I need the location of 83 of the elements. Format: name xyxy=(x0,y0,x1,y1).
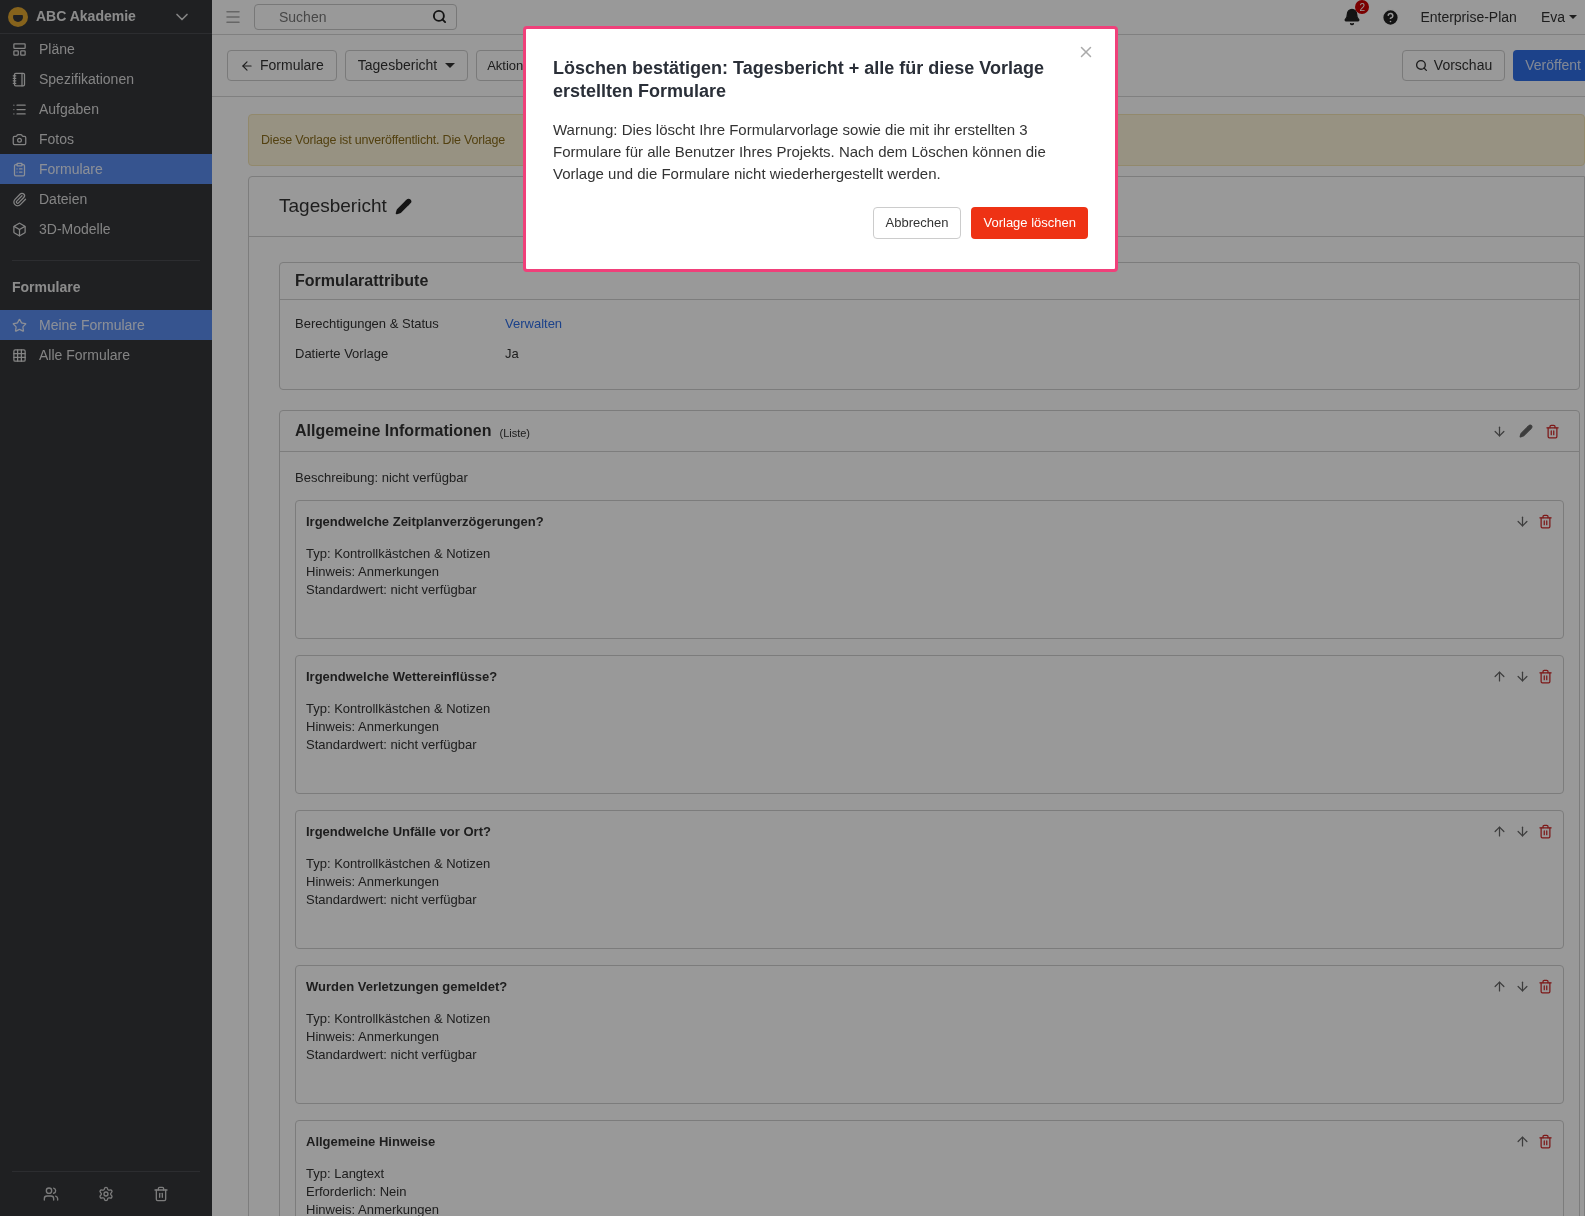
card-title: Formularattribute xyxy=(295,271,429,291)
paperclip-icon xyxy=(12,191,27,207)
clipboard-icon xyxy=(12,161,27,177)
trash-icon[interactable] xyxy=(1538,823,1553,839)
field-detail: Standardwert: nicht verfügbar xyxy=(306,891,478,909)
section-title: Formulare xyxy=(11,278,82,297)
attribute-label: Datierte Vorlage xyxy=(295,344,390,363)
attribute-label: Berechtigungen & Status xyxy=(295,315,440,333)
form-title: Tagesbericht xyxy=(279,194,387,219)
field-detail: Hinweis: Anmerkungen xyxy=(306,873,440,891)
sidebar-item[interactable]: Meine Formulare xyxy=(0,310,212,340)
camera-icon xyxy=(12,131,27,147)
attribute-value: Ja xyxy=(505,344,519,363)
grid-icon xyxy=(12,347,27,363)
arrow-down-icon[interactable] xyxy=(1515,513,1530,529)
trash-icon[interactable] xyxy=(1538,978,1553,994)
pencil-icon[interactable] xyxy=(394,198,412,215)
bell-icon[interactable] xyxy=(1343,8,1362,26)
field-detail: Hinweis: Anmerkungen xyxy=(306,563,440,581)
star-icon xyxy=(12,317,27,333)
floor-plan-icon xyxy=(12,41,27,57)
field-detail: Standardwert: nicht verfügbar xyxy=(306,736,478,754)
list-icon xyxy=(12,101,27,117)
arrow-down-icon[interactable] xyxy=(1515,823,1530,839)
publish-button[interactable]: Veröffent xyxy=(1513,50,1585,81)
sidebar-item[interactable]: Alle Formulare xyxy=(0,340,212,370)
cube-icon xyxy=(12,221,27,237)
sidebar-item[interactable]: 3D-Modelle xyxy=(0,214,212,244)
field-detail: Typ: Langtext xyxy=(306,1165,386,1183)
pencil-icon[interactable] xyxy=(1519,424,1533,438)
section-description: Beschreibung: nicht verfügbar xyxy=(295,469,469,487)
field-title: Irgendwelche Unfälle vor Ort? xyxy=(306,822,492,841)
field-detail: Standardwert: nicht verfügbar xyxy=(306,581,478,599)
arrow-down-icon[interactable] xyxy=(1492,423,1507,439)
preview-button[interactable]: Vorschau xyxy=(1401,50,1506,81)
trash-icon[interactable] xyxy=(1538,513,1553,529)
help-icon[interactable] xyxy=(1381,7,1401,27)
field-detail: Hinweis: Anmerkungen xyxy=(306,1201,440,1216)
sidebar-item[interactable]: Pläne xyxy=(0,34,212,64)
field-title: Allgemeine Hinweise xyxy=(306,1132,437,1151)
field-detail: Typ: Kontrollkästchen & Notizen xyxy=(306,1010,492,1028)
notebook-icon xyxy=(12,71,27,87)
trash-icon[interactable] xyxy=(152,1186,169,1202)
field-detail: Erforderlich: Nein xyxy=(306,1183,408,1201)
delete-button[interactable]: Vorlage löschen xyxy=(971,207,1088,239)
users-icon[interactable] xyxy=(43,1186,60,1202)
logo-icon xyxy=(8,6,28,27)
template-dropdown[interactable]: Tagesbericht xyxy=(344,50,469,81)
back-button[interactable]: Formulare xyxy=(227,50,337,81)
card-title: Allgemeine Informationen xyxy=(295,421,492,441)
settings-icon[interactable] xyxy=(98,1186,114,1202)
arrow-down-icon[interactable] xyxy=(1515,668,1530,684)
dialog-title: Löschen bestätigen: Tagesbericht + alle für diese Vorlage erstellten Formulare xyxy=(553,57,1045,103)
arrow-down-icon[interactable] xyxy=(1515,978,1530,994)
arrow-left-icon xyxy=(240,58,254,73)
field-detail: Typ: Kontrollkästchen & Notizen xyxy=(306,855,492,873)
field-detail: Standardwert: nicht verfügbar xyxy=(306,1046,478,1064)
section-type: (Liste) xyxy=(499,425,531,441)
caret-icon xyxy=(445,63,456,68)
field-title: Irgendwelche Wettereinflüsse? xyxy=(306,667,499,686)
plan-label: Enterprise-Plan xyxy=(1420,7,1517,27)
sidebar-item[interactable]: Fotos xyxy=(0,124,212,154)
search-icon xyxy=(1414,59,1428,72)
manage-link[interactable]: Verwalten xyxy=(505,314,563,334)
field-detail: Hinweis: Anmerkungen xyxy=(306,1028,440,1046)
field-detail: Typ: Kontrollkästchen & Notizen xyxy=(306,700,492,718)
sidebar-item[interactable]: Dateien xyxy=(0,184,212,214)
trash-icon[interactable] xyxy=(1538,1133,1553,1149)
trash-icon[interactable] xyxy=(1545,423,1560,439)
field-title: Wurden Verletzungen gemeldet? xyxy=(306,977,509,996)
cancel-button[interactable]: Abbrechen xyxy=(872,207,962,239)
search-field[interactable]: Suchen xyxy=(254,4,457,30)
trash-icon[interactable] xyxy=(1538,668,1553,684)
sidebar-item[interactable]: Spezifikationen xyxy=(0,64,212,94)
menu-icon[interactable] xyxy=(224,8,242,26)
search-icon xyxy=(432,9,447,24)
field-detail: Typ: Kontrollkästchen & Notizen xyxy=(306,545,492,563)
field-detail: Hinweis: Anmerkungen xyxy=(306,718,440,736)
field-title: Irgendwelche Zeitplanverzögerungen? xyxy=(306,512,545,531)
sidebar-item[interactable]: Formulare xyxy=(0,154,212,184)
sidebar-item[interactable]: Aufgaben xyxy=(0,94,212,124)
organization-name: ABC Akademie xyxy=(36,7,137,26)
user-menu[interactable]: Eva xyxy=(1540,6,1577,28)
